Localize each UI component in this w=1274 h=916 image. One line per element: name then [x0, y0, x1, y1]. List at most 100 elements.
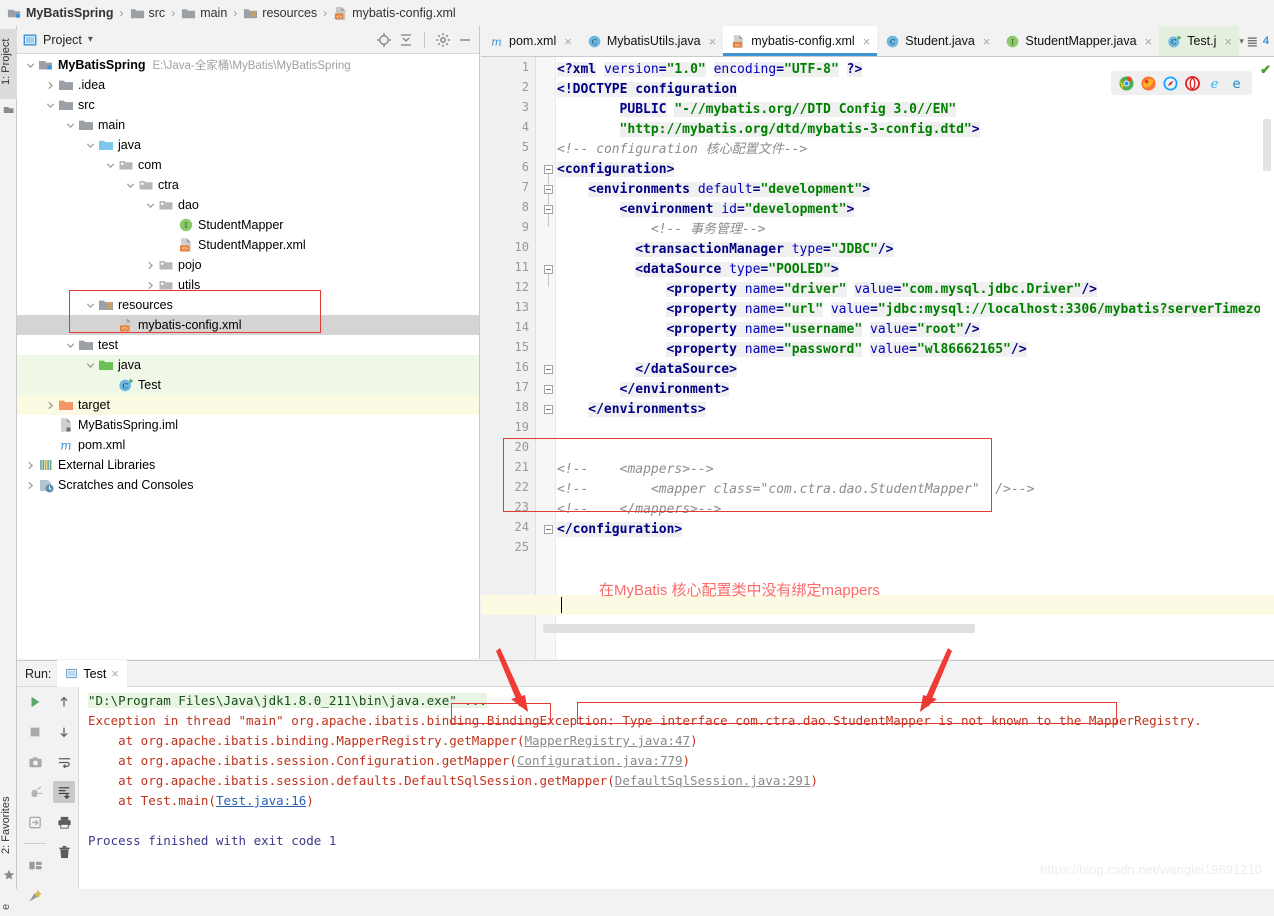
collapse-all-icon[interactable] [398, 32, 414, 48]
editor-tab-mybatis-config-xml[interactable]: <> mybatis-config.xml × [723, 26, 878, 56]
close-icon[interactable]: × [709, 34, 717, 49]
chevron-down-icon[interactable] [125, 180, 136, 191]
tree-node-studentmapper[interactable]: I StudentMapper [17, 215, 479, 235]
editor-tab-student-java[interactable]: C Student.java × [877, 26, 997, 56]
tree-node-ctra[interactable]: ctra [17, 175, 479, 195]
tree-node-studentmapper-xml[interactable]: <> StudentMapper.xml [17, 235, 479, 255]
chevron-right-icon[interactable] [145, 260, 156, 271]
editor-tab-mybatisutils-java[interactable]: C MybatisUtils.java × [579, 26, 723, 56]
code-fold-marker[interactable] [544, 525, 553, 534]
chevron-down-icon[interactable] [25, 60, 36, 71]
chevron-down-icon[interactable] [65, 120, 76, 131]
editor-vertical-scrollbar[interactable] [1263, 119, 1271, 171]
close-icon[interactable]: × [863, 34, 871, 49]
tree-node-mybatisspring-iml[interactable]: MyBatisSpring.iml [17, 415, 479, 435]
chevron-down-icon[interactable] [85, 360, 96, 371]
editor-fold-column[interactable] [536, 57, 556, 659]
code-fold-marker[interactable] [544, 385, 553, 394]
console-source-link[interactable]: Test.java:16 [216, 793, 306, 808]
tree-node-mybatisspring[interactable]: MyBatisSpring E:\Java-全家桶\MyBatis\MyBatis… [17, 55, 479, 75]
tab-list-icon[interactable] [1247, 35, 1260, 48]
close-icon[interactable]: × [111, 667, 118, 681]
ie-icon[interactable]: e [1207, 76, 1222, 91]
gear-icon[interactable] [435, 32, 451, 48]
tree-node--idea[interactable]: .idea [17, 75, 479, 95]
editor-tab-studentmapper-java[interactable]: I StudentMapper.java × [997, 26, 1159, 56]
code-fold-marker[interactable] [544, 405, 553, 414]
camera-icon[interactable] [24, 751, 46, 773]
chevron-down-icon[interactable]: ▾ [88, 34, 93, 45]
chevron-down-icon[interactable] [85, 300, 96, 311]
export-icon[interactable] [24, 811, 46, 833]
tree-node-target[interactable]: target [17, 395, 479, 415]
tree-node-main[interactable]: main [17, 115, 479, 135]
chevron-right-icon[interactable] [45, 80, 56, 91]
debug-icon[interactable] [24, 781, 46, 803]
console-source-link[interactable]: MapperRegistry.java:47 [525, 733, 691, 748]
editor-code-area[interactable]: <?xml version="1.0" encoding="UTF-8" ?> <… [557, 57, 1260, 659]
tree-node-dao[interactable]: dao [17, 195, 479, 215]
tree-node-test[interactable]: C Test [17, 375, 479, 395]
trash-icon[interactable] [53, 841, 75, 863]
hide-panel-icon[interactable] [457, 32, 473, 48]
print-icon[interactable] [53, 811, 75, 833]
up-arrow-icon[interactable] [53, 691, 75, 713]
close-icon[interactable]: × [1145, 34, 1153, 49]
edge-icon[interactable]: e [1229, 76, 1244, 91]
chevron-right-icon[interactable] [145, 280, 156, 291]
chrome-icon[interactable] [1119, 75, 1134, 91]
editor-tab-bar[interactable]: m pom.xml × C MybatisUtils.java × <> mybatis-co… [481, 26, 1274, 57]
tree-node-java[interactable]: java [17, 355, 479, 375]
tree-node-test[interactable]: test [17, 335, 479, 355]
tree-node-mybatis-config-xml[interactable]: <> mybatis-config.xml [17, 315, 479, 335]
project-tree[interactable]: MyBatisSpring E:\Java-全家桶\MyBatis\MyBatis… [17, 55, 479, 659]
tree-node-java[interactable]: java [17, 135, 479, 155]
tree-node-resources[interactable]: resources [17, 295, 479, 315]
tree-node-utils[interactable]: utils [17, 275, 479, 295]
breadcrumb-item-resources[interactable]: resources [242, 6, 318, 21]
pin-icon[interactable] [24, 884, 46, 906]
down-arrow-icon[interactable] [53, 721, 75, 743]
breadcrumb-item-src[interactable]: src [129, 6, 167, 21]
tab-overflow-control[interactable]: ▾ 4 [1239, 26, 1274, 56]
code-fold-marker[interactable] [544, 265, 553, 274]
code-fold-marker[interactable] [544, 365, 553, 374]
safari-icon[interactable] [1163, 75, 1178, 91]
scroll-to-end-icon[interactable] [53, 781, 75, 803]
firefox-icon[interactable] [1141, 75, 1156, 91]
tree-node-src[interactable]: src [17, 95, 479, 115]
tool-tab-favorites[interactable]: 2: Favorites [0, 786, 17, 864]
close-icon[interactable]: × [1224, 34, 1232, 49]
tool-tab-project[interactable]: 1: Project [0, 29, 17, 99]
tool-tab-structure[interactable]: e [0, 898, 17, 916]
chevron-down-icon[interactable] [45, 100, 56, 111]
stop-icon[interactable] [24, 721, 46, 743]
close-icon[interactable]: × [983, 34, 991, 49]
run-console-output[interactable]: "D:\Program Files\Java\jdk1.8.0_211\bin\… [80, 687, 1274, 889]
chevron-down-icon[interactable]: ▾ [1239, 36, 1244, 47]
breadcrumb-item-project[interactable]: MyBatisSpring [6, 6, 115, 21]
tree-node-scratches-and-consoles[interactable]: Scratches and Consoles [17, 475, 479, 495]
browser-preview-bar[interactable]: e e [1111, 71, 1252, 95]
editor-horizontal-scrollbar[interactable] [543, 624, 975, 633]
tree-node-external-libraries[interactable]: External Libraries [17, 455, 479, 475]
tree-node-pojo[interactable]: pojo [17, 255, 479, 275]
soft-wrap-icon[interactable] [53, 751, 75, 773]
run-icon[interactable] [24, 691, 46, 713]
chevron-down-icon[interactable] [65, 340, 76, 351]
locate-icon[interactable] [376, 32, 392, 48]
layout-icon[interactable] [24, 854, 46, 876]
code-editor[interactable]: 1 2 3 4 5 6 7 8 9 10 11 12 13 14 15 16 17 18 19 20 21 22 23 24 2… [481, 57, 1274, 659]
console-source-link[interactable]: Configuration.java:779 [517, 753, 683, 768]
tree-node-pom-xml[interactable]: m pom.xml [17, 435, 479, 455]
chevron-down-icon[interactable] [145, 200, 156, 211]
chevron-right-icon[interactable] [25, 460, 36, 471]
run-tab-test[interactable]: Test × [57, 660, 127, 687]
inspection-status-icon[interactable]: ✔ [1260, 62, 1271, 78]
chevron-right-icon[interactable] [25, 480, 36, 491]
breadcrumb-item-main[interactable]: main [180, 6, 228, 21]
chevron-down-icon[interactable] [105, 160, 116, 171]
opera-icon[interactable] [1185, 75, 1200, 91]
code-fold-marker[interactable] [544, 165, 553, 174]
editor-tab-pom-xml[interactable]: m pom.xml × [481, 26, 579, 56]
